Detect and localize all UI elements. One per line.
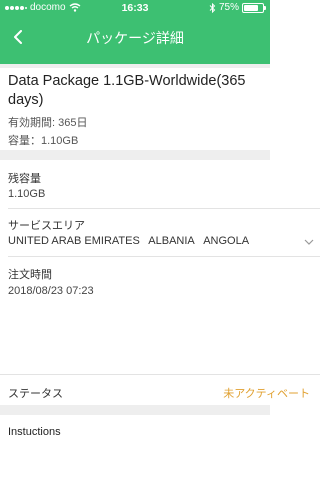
status-badge: 未アクティベート <box>223 388 310 400</box>
order-time-label: 注文時間 <box>8 269 52 281</box>
battery-level <box>244 4 258 11</box>
battery-icon <box>242 2 266 13</box>
divider <box>8 256 320 257</box>
service-area-item: ALBANIA <box>148 235 195 247</box>
section-gap <box>0 150 270 160</box>
remaining-label: 残容量 <box>8 173 41 185</box>
instructions-heading: Instuctions <box>8 426 61 438</box>
remaining-value: 1.10GB <box>8 188 46 200</box>
bluetooth-icon <box>209 2 216 13</box>
package-name: Data Package 1.1GB-Worldwide(365 days) <box>8 73 246 108</box>
status-label: ステータス <box>8 388 63 400</box>
divider <box>0 374 320 375</box>
status-bar: docomo 16:33 75% <box>0 0 270 16</box>
nav-bar: パッケージ詳細 <box>0 20 270 54</box>
service-area-item: ANGOLA <box>203 235 250 247</box>
service-area-expand-button[interactable] <box>304 233 314 251</box>
divider <box>8 208 320 209</box>
package-capacity: 容量：1.10GB <box>8 135 79 147</box>
service-area-list: UNITED ARAB EMIRATES ALBANIA ANGOLA <box>8 235 270 247</box>
order-time-value: 2018/08/23 07:23 <box>8 285 94 297</box>
section-gap <box>0 64 270 68</box>
section-gap <box>0 405 270 415</box>
app-header: docomo 16:33 75% パッケージ詳細 <box>0 0 270 64</box>
chevron-down-icon <box>304 239 314 245</box>
package-validity: 有効期間: 365日 <box>8 117 88 129</box>
service-area-label: サービスエリア <box>8 220 85 232</box>
battery-percent: 75% <box>218 2 239 13</box>
page-title: パッケージ詳細 <box>86 30 184 46</box>
service-area-item: UNITED ARAB EMIRATES <box>8 235 140 247</box>
